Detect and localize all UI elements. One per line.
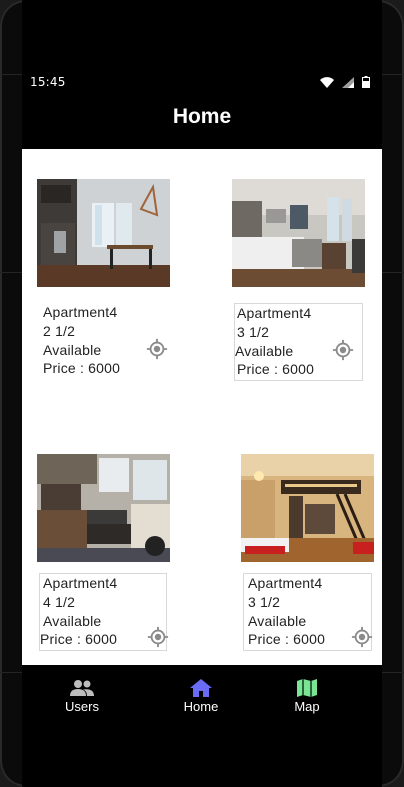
users-icon (70, 680, 94, 696)
listing-info: Apartment4 4 1/2 Available Price : 6000 (39, 573, 169, 651)
map-icon (297, 679, 317, 697)
listing-rooms: 3 1/2 (248, 594, 281, 610)
nav-label: Users (65, 699, 99, 714)
locate-icon[interactable] (351, 626, 373, 648)
locate-icon[interactable] (332, 339, 354, 361)
nav-item-users[interactable]: Users (32, 679, 132, 714)
listings-grid: Apartment4 2 1/2 Available Price : 6000 (22, 149, 382, 665)
listing-info: Apartment4 3 1/2 Available Price : 6000 (234, 303, 363, 381)
listing-card[interactable]: Apartment4 2 1/2 Available Price : 6000 (37, 179, 177, 379)
listing-price: Price : 6000 (237, 361, 315, 377)
wifi-icon (320, 76, 334, 88)
listing-rooms: 2 1/2 (43, 323, 76, 339)
listing-name: Apartment4 (248, 575, 323, 591)
listing-status: Available (248, 613, 307, 629)
listing-status: Available (43, 342, 102, 358)
page-title: Home (172, 105, 232, 128)
listing-name: Apartment4 (43, 575, 118, 591)
listing-info: Apartment4 2 1/2 Available Price : 6000 (37, 301, 177, 381)
listing-card[interactable]: Apartment4 3 1/2 Available Price : 6000 (241, 454, 381, 654)
listing-card[interactable]: Apartment4 3 1/2 Available Price : 6000 (232, 179, 367, 381)
status-icons (320, 76, 370, 88)
nav-label: Map (294, 699, 320, 714)
battery-icon (362, 76, 370, 88)
listing-name: Apartment4 (43, 304, 118, 320)
listing-price: Price : 6000 (40, 631, 118, 647)
status-time: 15:45 (30, 75, 66, 89)
listing-info: Apartment4 3 1/2 Available Price : 6000 (243, 573, 373, 651)
apartment-photo (241, 454, 374, 562)
nav-item-map[interactable]: Map (257, 679, 357, 714)
apartment-photo (37, 454, 170, 562)
app-bar: Home (22, 96, 382, 148)
nav-item-home[interactable]: Home (151, 679, 251, 714)
apartment-photo (232, 179, 365, 287)
bottom-navigation: Users Home Map (22, 665, 382, 725)
phone-frame: 15:45 Home Apartment4 2 1/2 Available Pr… (0, 0, 404, 787)
status-bar: 15:45 (22, 72, 382, 94)
listing-price: Price : 6000 (43, 360, 121, 376)
listing-name: Apartment4 (237, 305, 312, 321)
locate-icon[interactable] (146, 338, 168, 360)
nav-label: Home (183, 699, 219, 714)
apartment-photo (37, 179, 170, 287)
listing-rooms: 3 1/2 (237, 324, 270, 340)
listing-rooms: 4 1/2 (43, 594, 76, 610)
listing-status: Available (43, 613, 102, 629)
listing-price: Price : 6000 (248, 631, 326, 647)
locate-icon[interactable] (147, 626, 169, 648)
app-screen: 15:45 Home Apartment4 2 1/2 Available Pr… (22, 0, 382, 787)
home-icon (190, 679, 212, 697)
listing-status: Available (235, 343, 294, 359)
listing-card[interactable]: Apartment4 4 1/2 Available Price : 6000 (37, 454, 177, 654)
cellular-signal-icon (342, 76, 354, 88)
